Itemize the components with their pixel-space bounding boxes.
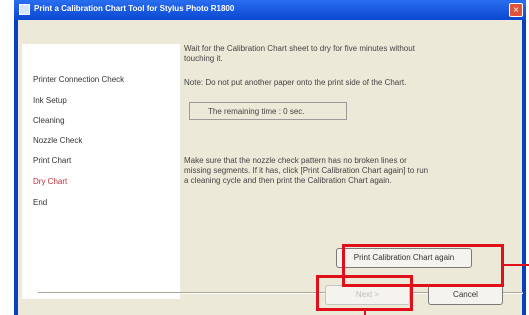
print-again-callout-line xyxy=(504,264,529,266)
note-text: Note: Do not put another paper onto the … xyxy=(184,78,407,87)
instruction-text-line1: Wait for the Calibration Chart sheet to … xyxy=(184,44,415,53)
remaining-time-box: The remaining time : 0 sec. xyxy=(189,102,347,120)
title-bar: Print a Calibration Chart Tool for Stylu… xyxy=(14,0,526,20)
remaining-time-text: The remaining time : 0 sec. xyxy=(208,107,305,116)
sidebar-item-cleaning: Cleaning xyxy=(33,116,65,125)
window-title: Print a Calibration Chart Tool for Stylu… xyxy=(34,4,235,13)
sidebar-item-printer-connection-check: Printer Connection Check xyxy=(33,75,125,84)
sidebar-item-print-chart: Print Chart xyxy=(33,156,72,165)
app-icon xyxy=(19,4,30,15)
sidebar-item-end: End xyxy=(33,198,48,207)
cancel-button[interactable]: Cancel xyxy=(428,285,503,305)
sidebar-item-nozzle-check: Nozzle Check xyxy=(33,136,83,145)
instruction-text-line2: touching it. xyxy=(184,54,223,63)
next-highlight-box xyxy=(316,275,413,311)
sidebar-item-ink-setup: Ink Setup xyxy=(33,96,67,105)
nozzle-check-text-line2: missing segments. If it has, click [Prin… xyxy=(184,166,429,175)
steps-sidebar: Printer Connection Check Ink Setup Clean… xyxy=(22,44,180,299)
close-button[interactable]: × xyxy=(509,3,523,17)
nozzle-check-text-line3: a cleaning cycle and then print the Cali… xyxy=(184,176,392,185)
next-callout-line xyxy=(364,311,366,315)
nozzle-check-text-line1: Make sure that the nozzle check pattern … xyxy=(184,156,407,165)
sidebar-item-dry-chart: Dry Chart xyxy=(33,177,68,186)
